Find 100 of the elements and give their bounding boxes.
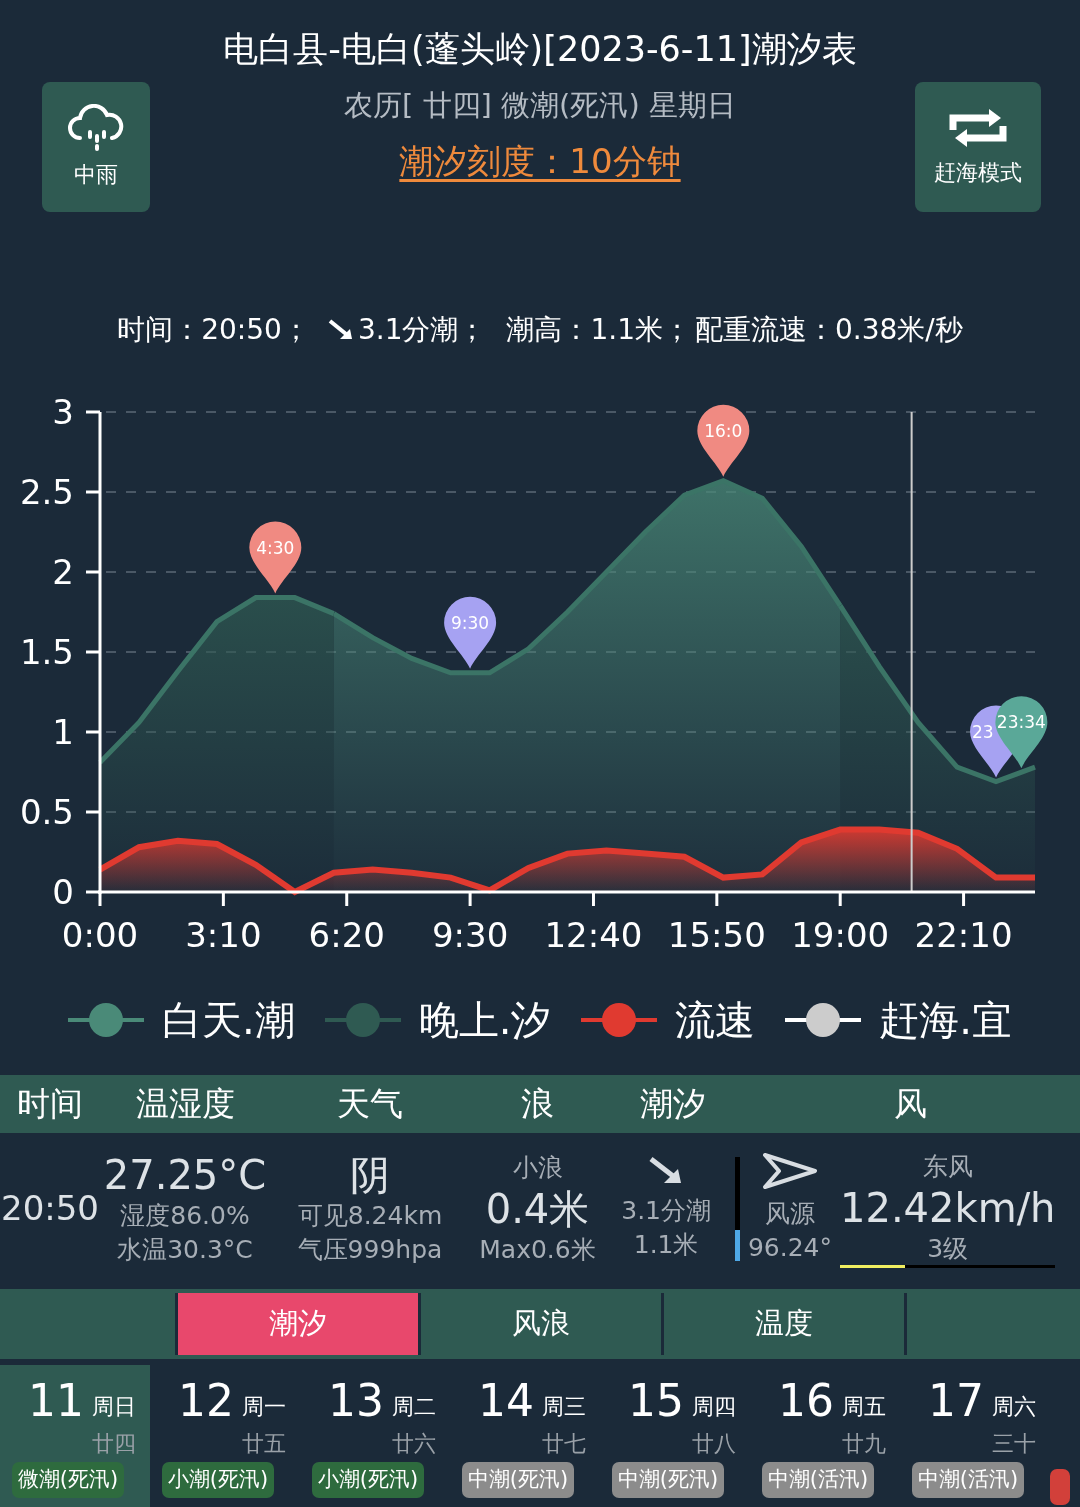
wind-direction-text: 东风 [922, 1150, 973, 1183]
wind-angle-text: 96.24° [747, 1232, 833, 1264]
weekday-text: 周二 [392, 1393, 436, 1421]
wave-type-text: 小浪 [512, 1152, 563, 1185]
tide-tag: 中潮(活汛) [761, 1462, 875, 1498]
y-tick-label: 3 [52, 392, 74, 432]
tide-tag: 中潮(活汛) [911, 1462, 1025, 1498]
page-title: 电白县-电白(蓬头岭)[2023-6-11]潮汐表 [222, 28, 858, 70]
tide-text: 3.1分潮； [357, 312, 487, 348]
legend-marker-icon [785, 1002, 862, 1038]
pin-label: 23:34 [996, 712, 1046, 733]
time-text: 时间：20:50； [117, 312, 310, 348]
column-header: 时间 [17, 1084, 83, 1124]
x-tick-label: 6:20 [308, 915, 385, 955]
day-tab[interactable]: 16 周五 廿九 中潮(活汛) [750, 1365, 900, 1507]
y-tick-label: 2.5 [19, 472, 74, 512]
date-number: 11 [28, 1379, 84, 1423]
pin-label: 16:0 [704, 420, 743, 441]
lunar-date: 三十 [992, 1430, 1036, 1458]
x-tick-label: 3:10 [185, 915, 262, 955]
y-tick-label: 0.5 [19, 792, 74, 832]
x-tick-label: 15:50 [667, 915, 766, 955]
weather-text: 阴 [350, 1151, 390, 1200]
column-header: 潮汐 [639, 1084, 706, 1124]
y-tick-label: 1 [52, 712, 74, 752]
pin-label: 4:30 [256, 537, 295, 558]
x-tick-label: 19:00 [791, 915, 890, 955]
tide-tag: 中潮(死汛) [611, 1462, 725, 1498]
lunar-date: 廿五 [242, 1430, 286, 1458]
y-tick-label: 2 [52, 552, 74, 592]
mode-button[interactable]: 赶海模式 [915, 82, 1041, 212]
date-number: 15 [628, 1379, 684, 1423]
lunar-date: 廿八 [692, 1430, 736, 1458]
scale-link[interactable]: 潮汐刻度：10分钟 [399, 135, 681, 187]
column-header: 温湿度 [135, 1084, 235, 1124]
rain-cloud-icon [66, 103, 126, 152]
tide-tag: 微潮(死汛) [11, 1462, 125, 1498]
wave-height-text: 0.4米 [485, 1185, 590, 1233]
day-tab[interactable]: 17 周六 三十 中潮(活汛) [900, 1365, 1050, 1507]
visibility-text: 可见8.24km [297, 1200, 443, 1233]
pressure-text: 气压999hpa [297, 1234, 443, 1266]
legend-marker-icon [581, 1002, 658, 1038]
temperature-text: 27.25°C [103, 1151, 267, 1200]
tide-tag: 小潮(死汛) [311, 1462, 425, 1498]
day-tab[interactable]: 14 周三 廿七 中潮(死汛) [450, 1365, 600, 1507]
pin-label: 23 [972, 721, 994, 742]
speed-text: 配重流速：0.38米/秒 [695, 312, 963, 348]
tide-height-text: 1.1米 [633, 1229, 699, 1261]
humidity-text: 湿度86.0% [120, 1200, 250, 1233]
weekday-text: 周四 [692, 1393, 736, 1421]
x-tick-label: 22:10 [914, 915, 1013, 955]
y-tick-label: 1.5 [19, 632, 74, 672]
lunar-subtitle: 农历[ 廿四] 微潮(死汛) 星期日 [344, 87, 736, 124]
tide-tag: 小潮(死汛) [161, 1462, 275, 1498]
column-header: 风 [893, 1084, 927, 1124]
date-number: 13 [328, 1379, 384, 1423]
weekday-text: 周五 [842, 1393, 886, 1421]
weekday-text: 周日 [92, 1393, 136, 1421]
legend-label: 晚上.汐 [418, 996, 552, 1045]
legend-label: 白天.潮 [161, 996, 295, 1045]
day-tab[interactable]: 11 周日 廿四 微潮(死汛) [0, 1365, 150, 1507]
date-number: 14 [478, 1379, 534, 1423]
height-text: 潮高：1.1米； [506, 312, 691, 348]
lunar-date: 廿四 [92, 1430, 136, 1458]
weekday-text: 周六 [992, 1393, 1036, 1421]
legend-marker-icon [67, 1002, 144, 1038]
tab[interactable]: 潮汐 [175, 1293, 418, 1355]
lunar-date: 廿九 [842, 1430, 886, 1458]
tide-tag: 中潮(死汛) [461, 1462, 575, 1498]
wave-max-text: Max0.6米 [479, 1234, 596, 1266]
water-temp-text: 水温30.3°C [117, 1234, 253, 1266]
date-number: 16 [778, 1379, 834, 1423]
weekday-text: 周三 [542, 1393, 586, 1421]
column-header: 天气 [337, 1084, 403, 1124]
day-tab[interactable]: 12 周一 廿五 小潮(死汛) [150, 1365, 300, 1507]
tab[interactable]: 风浪 [418, 1293, 661, 1355]
wind-speed-text: 12.42km/h [840, 1183, 1056, 1232]
y-tick-label: 0 [52, 872, 74, 912]
x-tick-label: 9:30 [431, 915, 509, 955]
wind-direction-icon [763, 1153, 817, 1190]
wind-source-label: 风源 [765, 1198, 815, 1231]
wind-grade-text: 3级 [927, 1232, 969, 1265]
legend-label: 流速 [675, 996, 756, 1045]
tide-range-text: 3.1分潮 [621, 1195, 711, 1228]
weekday-text: 周一 [242, 1393, 286, 1421]
column-header: 浪 [521, 1084, 554, 1124]
day-tab[interactable]: 13 周二 廿六 小潮(死汛) [300, 1365, 450, 1507]
date-number: 17 [928, 1379, 984, 1423]
time-cell: 20:50 [1, 1188, 99, 1229]
legend-marker-icon [324, 1002, 401, 1038]
x-tick-label: 12:40 [544, 915, 643, 955]
lunar-date: 廿七 [542, 1430, 586, 1458]
legend-label: 赶海.宜 [879, 996, 1013, 1045]
x-tick-label: 0:00 [61, 915, 139, 955]
date-number: 12 [178, 1379, 234, 1423]
tab[interactable]: 温度 [661, 1293, 904, 1355]
pin-label: 9:30 [451, 612, 490, 633]
weather-button[interactable]: 中雨 [42, 82, 150, 212]
falling-arrow-icon [327, 319, 354, 341]
day-tab[interactable]: 15 周四 廿八 中潮(死汛) [600, 1365, 750, 1507]
